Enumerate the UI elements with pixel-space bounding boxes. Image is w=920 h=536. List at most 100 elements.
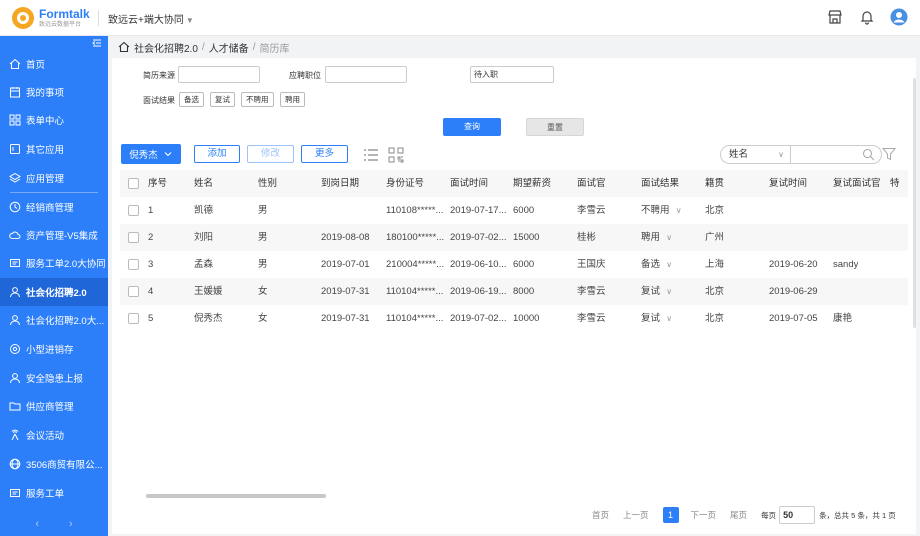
search-field-select[interactable]: 姓名 ∨ xyxy=(720,145,790,164)
sidebar-item[interactable]: 应用管理 xyxy=(0,164,108,192)
query-button[interactable]: 查询 xyxy=(443,118,501,136)
sidebar-prev-icon[interactable]: ‹ xyxy=(35,518,39,530)
result-tag-reject[interactable]: 不聘用 xyxy=(241,92,274,107)
col-expected-salary-header[interactable]: 期望薪资 xyxy=(513,170,551,197)
col-interview-result-header[interactable]: 面试结果 xyxy=(641,170,679,197)
sidebar-item[interactable]: 服务工单2.0大协同 xyxy=(0,249,108,277)
col-interview-result-cell: 不聘用 ∨ xyxy=(641,197,682,224)
last-page-link[interactable]: 尾页 xyxy=(730,509,747,521)
search-icon[interactable] xyxy=(862,148,875,161)
status-input[interactable]: 待入职 xyxy=(470,66,554,83)
col-expected-salary-cell: 8000 xyxy=(513,278,534,305)
cell-text: 北京 xyxy=(705,313,725,324)
list-view-icon[interactable] xyxy=(363,147,379,163)
col-index-header[interactable]: 序号 xyxy=(148,170,167,197)
bell-icon[interactable] xyxy=(858,8,876,26)
prev-page-link[interactable]: 上一页 xyxy=(623,509,649,521)
col-hometown-header[interactable]: 籍贯 xyxy=(705,170,724,197)
col-interviewer-header[interactable]: 面试官 xyxy=(577,170,606,197)
antenna-icon xyxy=(9,429,21,441)
sidebar-item[interactable]: 供应商管理 xyxy=(0,392,108,420)
col-retest-time-header[interactable]: 复试时间 xyxy=(769,170,807,197)
col-name-cell: 倪秀杰 xyxy=(194,305,223,332)
chevron-down-icon: ∨ xyxy=(778,150,784,159)
filter-icon[interactable] xyxy=(882,147,896,161)
table-header: 序号 姓名 性别 到岗日期 身份证号 面试时间 期望薪资 面试官 面试结果 籍贯 复试时间 复试面试官… xyxy=(120,170,908,197)
sidebar-next-icon[interactable]: › xyxy=(69,518,73,530)
col-interviewer-cell: 王国庆 xyxy=(577,251,606,278)
page-size-input[interactable]: 50 xyxy=(779,506,816,524)
sidebar-item[interactable]: 其它应用 xyxy=(0,135,108,163)
home-icon[interactable] xyxy=(118,41,130,53)
row-checkbox[interactable] xyxy=(128,232,139,243)
col-interview-time-cell: 2019-07-02... xyxy=(450,224,507,251)
result-tag-alternate[interactable]: 备选 xyxy=(179,92,204,107)
cell-text: 6000 xyxy=(513,205,535,216)
source-input[interactable] xyxy=(178,66,260,83)
reset-button[interactable]: 重置 xyxy=(526,118,584,136)
result-tag-hire[interactable]: 聘用 xyxy=(280,92,305,107)
sidebar-item[interactable]: 社会化招聘2.0 xyxy=(0,278,108,306)
row-checkbox[interactable] xyxy=(128,286,139,297)
formtalk-logo[interactable]: Formtalk 致远云数据平台 xyxy=(12,7,90,29)
store-icon[interactable] xyxy=(826,8,844,26)
row-checkbox[interactable] xyxy=(128,205,139,216)
grid-icon xyxy=(9,114,21,126)
chevron-down-icon: ∨ xyxy=(664,260,673,269)
cell-text: 2019-06-19... xyxy=(450,286,507,297)
table-row[interactable]: 4 王媛媛 女 2019-07-31 110104*****... 2019-06-19.… xyxy=(120,278,908,305)
breadcrumb-app[interactable]: 社会化招聘2.0 xyxy=(134,40,198,55)
col-special-header[interactable]: 特 xyxy=(890,170,900,197)
gear-icon xyxy=(9,343,21,355)
col-name-cell: 孟森 xyxy=(194,251,213,278)
col-expected-salary-cell: 15000 xyxy=(513,224,539,251)
more-button[interactable]: 更多 xyxy=(301,145,348,163)
vertical-scrollbar[interactable] xyxy=(913,78,916,328)
cell-text: 刘阳 xyxy=(194,232,214,243)
col-retest-interviewer-header[interactable]: 复试面试官 xyxy=(833,170,881,197)
sidebar-item[interactable]: 经销商管理 xyxy=(0,193,108,221)
sidebar-item[interactable]: 服务工单 xyxy=(0,479,108,507)
table-row[interactable]: 5 倪秀杰 女 2019-07-31 110104*****... 2019-07-02.… xyxy=(120,305,908,332)
first-page-link[interactable]: 首页 xyxy=(592,509,609,521)
collapse-sidebar-icon[interactable] xyxy=(92,38,102,48)
edit-button[interactable]: 修改 xyxy=(247,145,294,163)
user-dropdown-button[interactable]: 倪秀杰 xyxy=(121,144,181,164)
current-page[interactable]: 1 xyxy=(662,507,679,523)
next-page-link[interactable]: 下一页 xyxy=(691,509,717,521)
row-checkbox[interactable] xyxy=(128,313,139,324)
add-button[interactable]: 添加 xyxy=(194,145,240,163)
cell-text: 广州 xyxy=(705,232,725,243)
sidebar-item[interactable]: 表单中心 xyxy=(0,106,108,134)
sidebar-item[interactable]: 会议活动 xyxy=(0,421,108,449)
cell-text: 10000 xyxy=(513,313,540,324)
col-interview-time-header[interactable]: 面试时间 xyxy=(450,170,488,197)
row-checkbox[interactable] xyxy=(128,259,139,270)
select-all-checkbox[interactable] xyxy=(128,178,139,189)
sidebar-item[interactable]: 3506商贸有限公... xyxy=(0,450,108,478)
breadcrumb-section[interactable]: 人才储备 xyxy=(209,40,249,55)
sidebar-item[interactable]: 社会化招聘2.0大... xyxy=(0,306,108,334)
col-id-number-header[interactable]: 身份证号 xyxy=(386,170,424,197)
qrcode-icon[interactable] xyxy=(388,147,404,163)
cell-text: 李雪云 xyxy=(577,313,606,324)
col-name-header[interactable]: 姓名 xyxy=(194,170,213,197)
sidebar-item[interactable]: 资产管理-V5集成 xyxy=(0,221,108,249)
sidebar-item[interactable]: 小型进销存 xyxy=(0,335,108,363)
user-icon xyxy=(9,286,21,298)
org-selector[interactable]: 致远云+端大协同 ▼ xyxy=(108,11,194,26)
position-input[interactable] xyxy=(325,66,407,83)
sidebar-item[interactable]: 首页 xyxy=(0,50,108,78)
cell-text: 4 xyxy=(148,286,154,297)
horizontal-scrollbar[interactable] xyxy=(146,494,326,498)
table-row[interactable]: 2 刘阳 男 2019-08-08 180100*****... 2019-07-02..… xyxy=(120,224,908,251)
col-gender-header[interactable]: 性别 xyxy=(258,170,277,197)
cell-text: 北京 xyxy=(705,286,725,297)
table-row[interactable]: 1 凯德 男 110108*****... 2019-07-17... 6000 李雪云 不聘… xyxy=(120,197,908,224)
sidebar-item[interactable]: 安全隐患上报 xyxy=(0,364,108,392)
avatar[interactable] xyxy=(890,8,908,26)
col-arrival-date-header[interactable]: 到岗日期 xyxy=(321,170,359,197)
sidebar-item[interactable]: 我的事项 xyxy=(0,78,108,106)
table-row[interactable]: 3 孟森 男 2019-07-01 210004*****... 2019-06-10..… xyxy=(120,251,908,278)
result-tag-retest[interactable]: 复试 xyxy=(210,92,235,107)
